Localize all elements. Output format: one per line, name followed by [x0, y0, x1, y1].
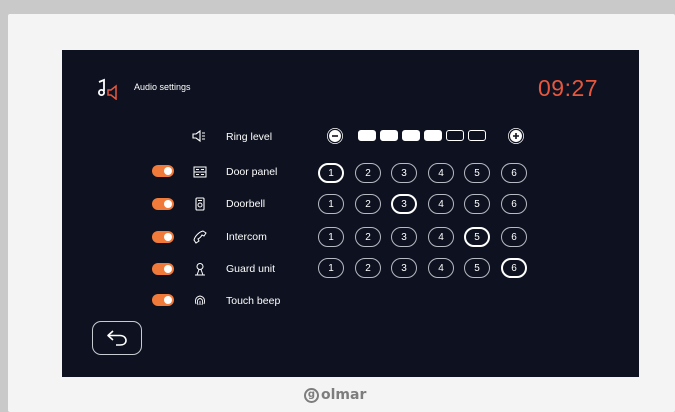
intercom-label: Intercom [226, 231, 267, 243]
door-panel-level-button[interactable]: 6 [501, 163, 527, 183]
touch-beep-label: Touch beep [226, 295, 281, 307]
guard-unit-level-button[interactable]: 4 [428, 258, 454, 278]
door-panel-level-button[interactable]: 1 [318, 163, 344, 183]
door-panel-toggle[interactable] [152, 165, 174, 177]
brand-initial: g [304, 387, 319, 403]
intercom-level-button[interactable]: 4 [428, 227, 454, 247]
ring-level-increase-button[interactable] [508, 128, 524, 144]
brand-name: olmar [321, 387, 367, 403]
doorbell-label: Doorbell [226, 198, 266, 210]
guard-unit-level-button[interactable]: 6 [501, 258, 527, 278]
intercom-level-button[interactable]: 1 [318, 227, 344, 247]
guard-unit-level-button[interactable]: 3 [391, 258, 417, 278]
ring-level-decrease-button[interactable] [327, 128, 343, 144]
ring-level-segment [468, 130, 486, 141]
guard-unit-level-button[interactable]: 5 [464, 258, 490, 278]
guard-unit-label: Guard unit [226, 263, 276, 275]
door-panel-level-button[interactable]: 3 [391, 163, 417, 183]
doorbell-level-button[interactable]: 2 [355, 194, 381, 214]
minus-icon [327, 128, 343, 144]
intercom-level-button[interactable]: 6 [501, 227, 527, 247]
door-panel-level-button[interactable]: 2 [355, 163, 381, 183]
door-panel-level-button[interactable]: 4 [428, 163, 454, 183]
speaker-music-note-icon [98, 78, 117, 100]
fingerprint-icon [195, 295, 205, 306]
plus-icon [508, 128, 524, 144]
doorbell-level-button[interactable]: 4 [428, 194, 454, 214]
ring-level-segment [358, 130, 376, 141]
guard-unit-level-button[interactable]: 2 [355, 258, 381, 278]
back-arrow-icon [107, 330, 127, 346]
doorbell-level-button[interactable]: 6 [501, 194, 527, 214]
ring-level-segment [402, 130, 420, 141]
guard-unit-toggle[interactable] [152, 263, 174, 275]
screen: Audio settings 09:27 Ring level Door pan… [62, 50, 639, 377]
intercom-toggle[interactable] [152, 231, 174, 243]
golmar-logo: g olmar [304, 385, 366, 405]
doorbell-level-button[interactable]: 5 [464, 194, 490, 214]
intercom-level-button[interactable]: 5 [464, 227, 490, 247]
doorbell-level-button[interactable]: 1 [318, 194, 344, 214]
door-panel-label: Door panel [226, 166, 278, 178]
page-title: Audio settings [134, 82, 191, 92]
phone-handset-icon [193, 230, 207, 244]
ring-level-segment [446, 130, 464, 141]
clock: 09:27 [538, 75, 599, 101]
touch-beep-toggle[interactable] [152, 294, 174, 306]
intercom-level-button[interactable]: 3 [391, 227, 417, 247]
speaker-icon [192, 129, 205, 143]
back-button[interactable] [92, 321, 142, 355]
doorbell-toggle[interactable] [152, 198, 174, 210]
ring-level-segment [380, 130, 398, 141]
door-panel-icon [193, 166, 207, 178]
doorbell-icon [195, 197, 205, 211]
door-panel-level-button[interactable]: 5 [464, 163, 490, 183]
ring-level-label: Ring level [226, 131, 273, 143]
guard-unit-level-button[interactable]: 1 [318, 258, 344, 278]
doorbell-level-button[interactable]: 3 [391, 194, 417, 214]
ring-level-segment [424, 130, 442, 141]
intercom-level-button[interactable]: 2 [355, 227, 381, 247]
guard-person-icon [195, 263, 205, 276]
